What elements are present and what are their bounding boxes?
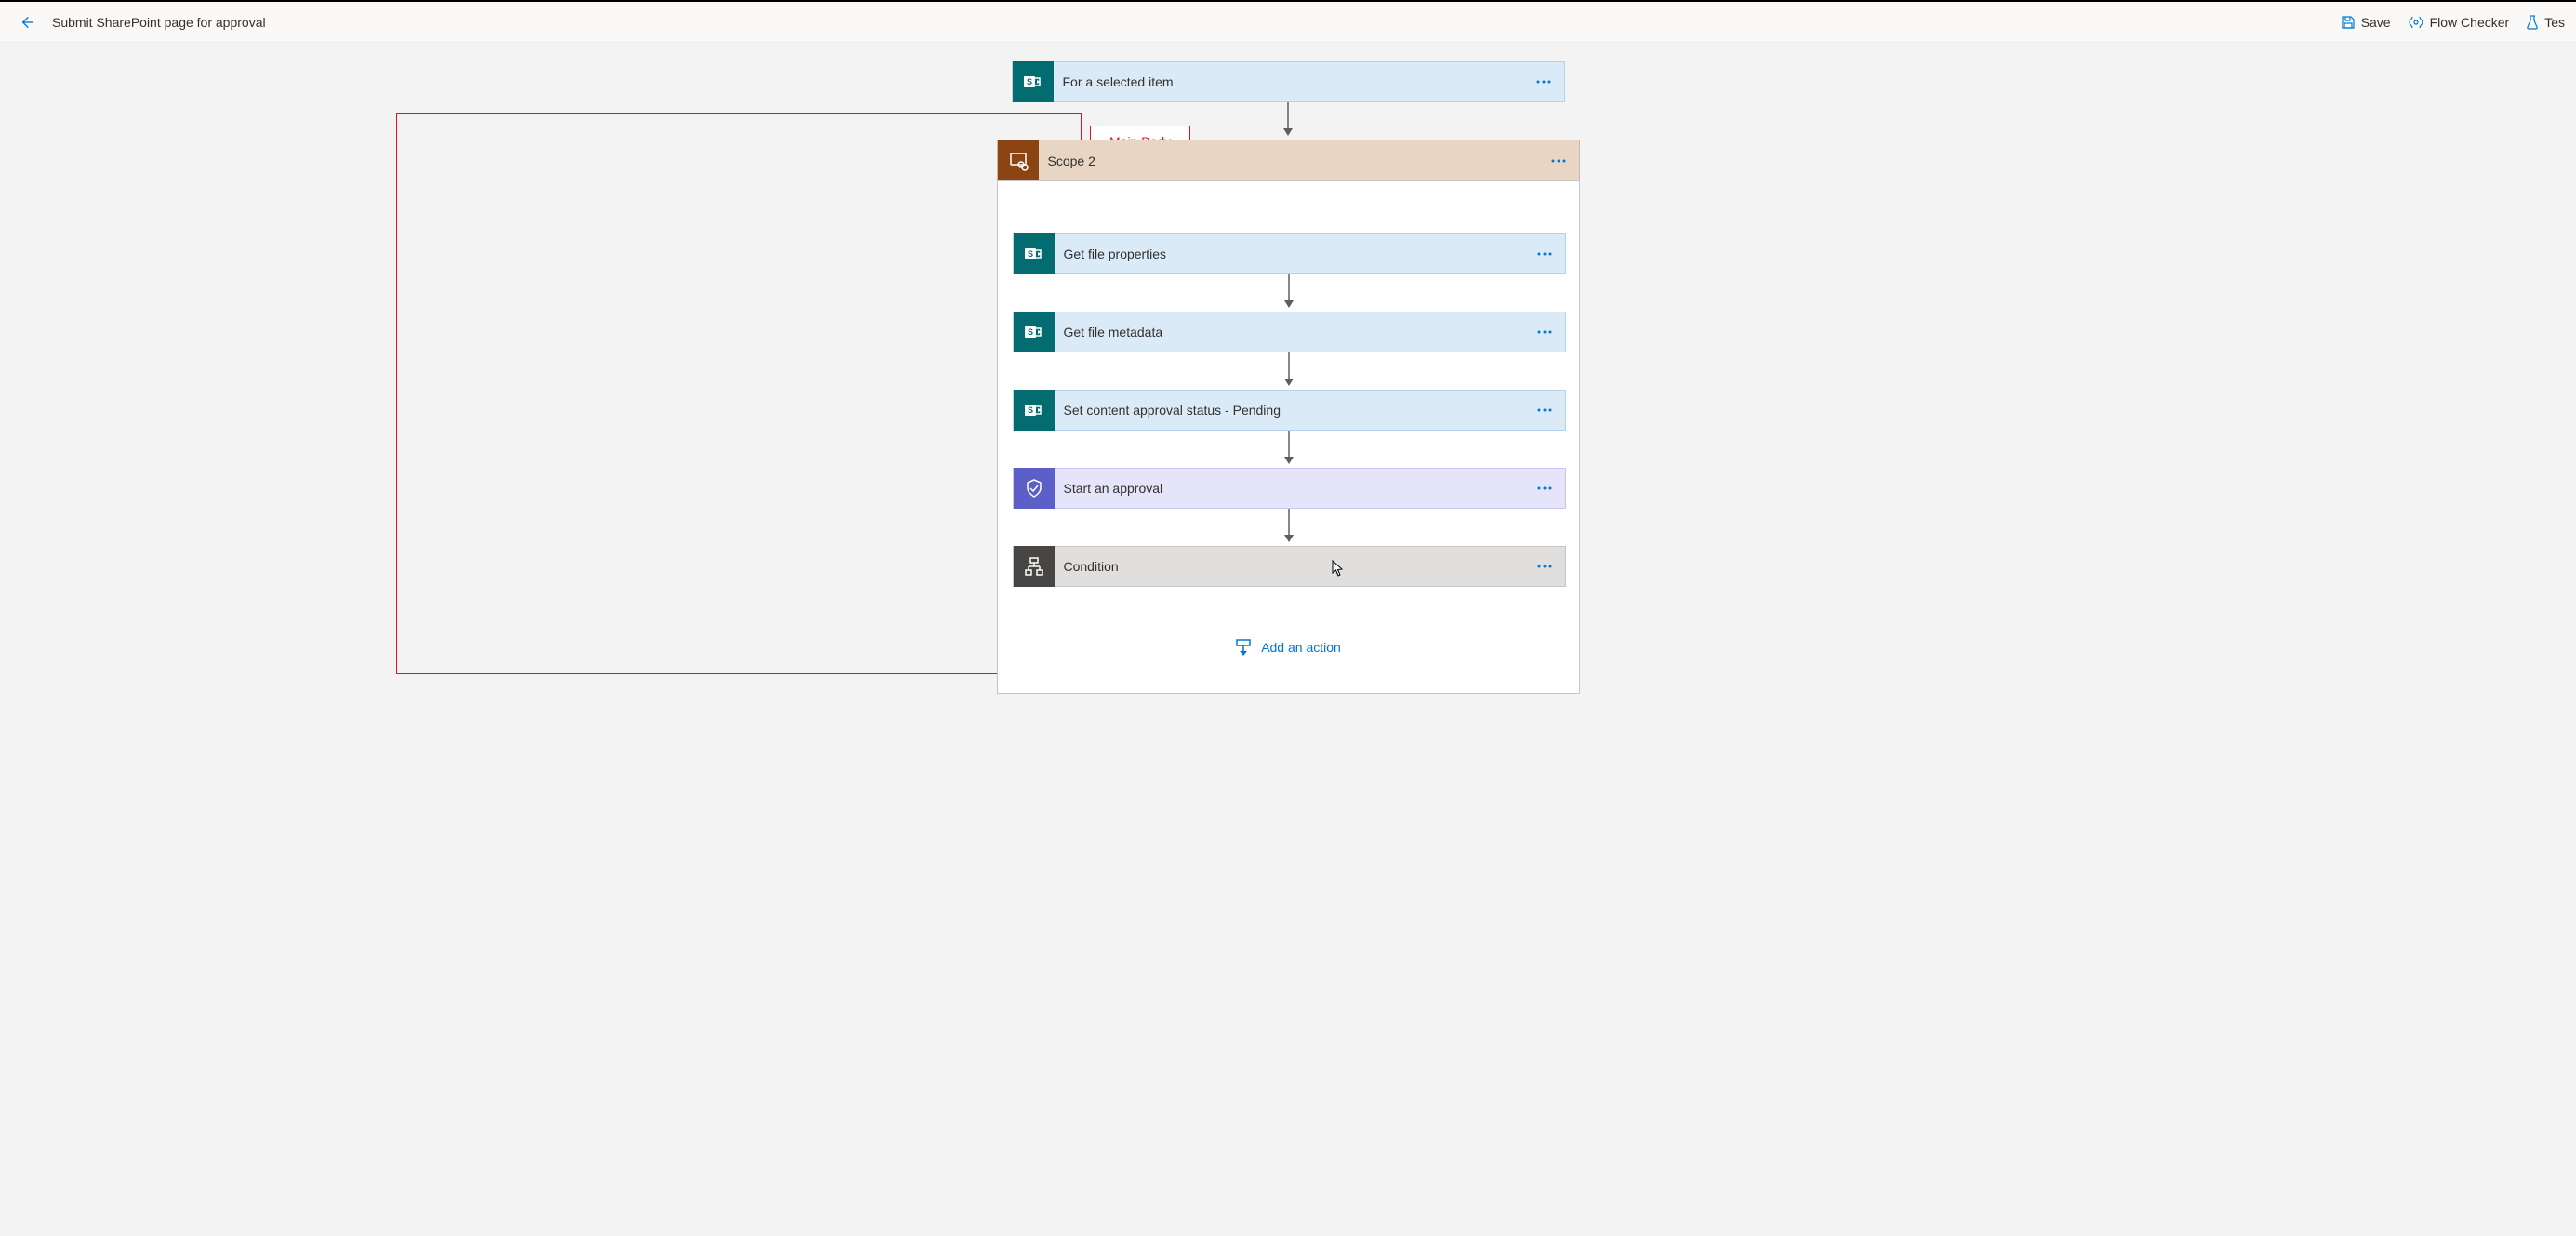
save-button[interactable]: Save (2341, 15, 2391, 30)
action-menu[interactable] (1524, 486, 1565, 490)
svg-text:S: S (1026, 77, 1031, 86)
trigger-card[interactable]: S For a selected item (1012, 61, 1565, 102)
annotation-box (396, 113, 1082, 674)
sharepoint-icon: S (1013, 61, 1054, 102)
arrow-down-icon (1281, 102, 1295, 140)
action-card[interactable]: Start an approval (1013, 468, 1566, 509)
back-button[interactable] (11, 7, 41, 37)
action-menu[interactable] (1524, 408, 1565, 412)
test-label: Tes (2544, 15, 2565, 30)
trigger-title: For a selected item (1054, 74, 1523, 89)
more-icon (1550, 159, 1567, 163)
page-title: Submit SharePoint page for approval (52, 15, 266, 30)
svg-text:S: S (1027, 327, 1032, 337)
scope-title: Scope 2 (1039, 153, 1538, 168)
action-card[interactable]: S Get file properties (1013, 233, 1566, 274)
arrow-down-icon (1282, 431, 1295, 468)
action-title: Get file properties (1055, 246, 1524, 261)
scope-body: SGet file propertiesSGet file metadataSS… (997, 180, 1580, 694)
sharepoint-icon: S (1014, 390, 1055, 431)
svg-text:S: S (1027, 405, 1032, 415)
action-menu[interactable] (1524, 565, 1565, 568)
connector-arrow[interactable] (1013, 352, 1566, 390)
add-action-label: Add an action (1261, 640, 1341, 655)
arrow-down-icon (1282, 274, 1295, 312)
action-title: Get file metadata (1055, 325, 1524, 339)
flow-checker-button[interactable]: Flow Checker (2408, 15, 2510, 30)
action-menu[interactable] (1524, 252, 1565, 256)
header-bar: Submit SharePoint page for approval Save… (0, 2, 2576, 43)
action-title: Start an approval (1055, 481, 1524, 496)
add-action-button[interactable]: Add an action (1013, 639, 1564, 656)
cursor-icon (1332, 560, 1345, 579)
action-menu[interactable] (1524, 330, 1565, 334)
flow-checker-icon (2408, 15, 2424, 30)
action-title: Set content approval status - Pending (1055, 403, 1524, 418)
more-icon (1536, 408, 1553, 412)
scope-header[interactable]: Scope 2 (997, 140, 1580, 180)
more-icon (1535, 80, 1552, 84)
test-icon (2526, 15, 2539, 30)
svg-text:S: S (1027, 249, 1032, 259)
connector-arrow[interactable] (1013, 431, 1566, 468)
approval-icon (1014, 468, 1055, 509)
more-icon (1536, 330, 1553, 334)
flow-checker-label: Flow Checker (2430, 15, 2510, 30)
action-card[interactable]: S Get file metadata (1013, 312, 1566, 352)
action-title: Condition (1055, 559, 1524, 574)
action-card[interactable]: Condition (1013, 546, 1566, 587)
scope-menu[interactable] (1538, 159, 1579, 163)
connector-arrow[interactable] (1013, 274, 1566, 312)
more-icon (1536, 252, 1553, 256)
arrow-down-icon (1282, 509, 1295, 546)
connector-arrow[interactable] (1013, 509, 1566, 546)
save-icon (2341, 15, 2356, 30)
save-label: Save (2361, 15, 2391, 30)
test-button[interactable]: Tes (2526, 15, 2565, 30)
more-icon (1536, 565, 1553, 568)
trigger-menu[interactable] (1523, 80, 1564, 84)
scope-icon (998, 140, 1039, 181)
more-icon (1536, 486, 1553, 490)
action-card[interactable]: S Set content approval status - Pending (1013, 390, 1566, 431)
condition-icon (1014, 546, 1055, 587)
sharepoint-icon: S (1014, 233, 1055, 274)
flow-canvas: Main Body S For a selected item (0, 43, 2576, 731)
arrow-left-icon (18, 14, 34, 31)
arrow-down-icon (1282, 352, 1295, 390)
sharepoint-icon: S (1014, 312, 1055, 352)
add-action-icon (1235, 639, 1252, 656)
